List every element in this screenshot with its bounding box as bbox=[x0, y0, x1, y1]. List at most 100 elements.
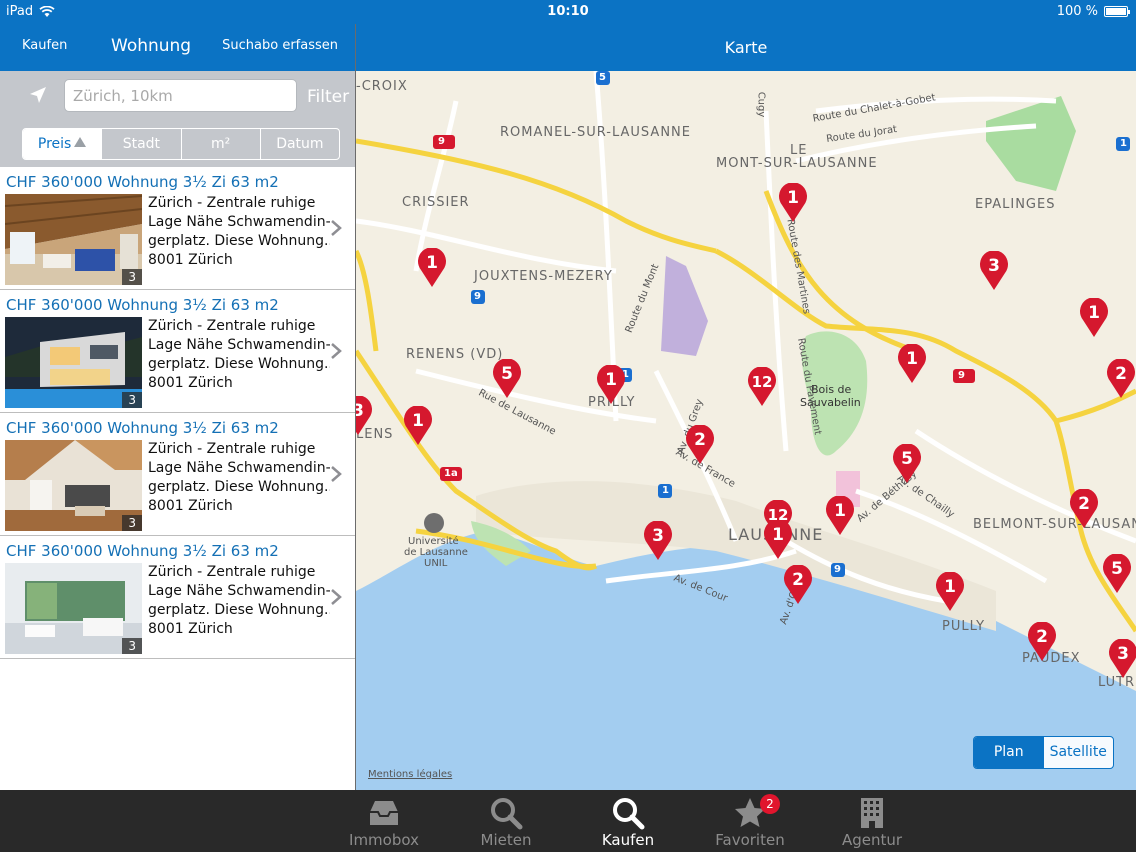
map-pin[interactable]: 1 bbox=[825, 496, 855, 536]
location-arrow-icon[interactable] bbox=[28, 85, 48, 105]
map-title: Karte bbox=[724, 38, 768, 57]
map-pin[interactable]: 5 bbox=[892, 444, 922, 484]
listing-row[interactable]: CHF 360'000 Wohnung 3½ Zi 63 m2 3 Zürich… bbox=[0, 167, 355, 290]
listing-photo: 3 bbox=[5, 317, 142, 408]
photo-count: 3 bbox=[122, 638, 142, 654]
map-label: JOUXTENS-MEZERY bbox=[474, 269, 613, 284]
map-label: BELMONT-SUR-LAUSAN bbox=[973, 517, 1136, 532]
map-pin[interactable]: 1 bbox=[1079, 298, 1109, 338]
map-label: CRISSIER bbox=[402, 195, 470, 210]
map-pin[interactable]: 1 bbox=[417, 248, 447, 288]
listing-title: CHF 360'000 Wohnung 3½ Zi 63 m2 bbox=[6, 173, 279, 191]
tab-immobox[interactable]: Immobox bbox=[334, 790, 434, 852]
road-sign: 1a bbox=[444, 468, 458, 479]
photo-count: 3 bbox=[122, 269, 142, 285]
map-label: ROMANEL-SUR-LAUSANNE bbox=[500, 125, 691, 140]
listing-row[interactable]: CHF 360'000 Wohnung 3½ Zi 63 m2 3 Zürich… bbox=[0, 413, 355, 536]
sort-tab-area[interactable]: m² bbox=[182, 129, 261, 159]
listing-description: Zürich - Zentrale ruhige Lage Nähe Schwa… bbox=[148, 195, 330, 268]
map-label: EPALINGES bbox=[975, 197, 1056, 212]
listing-title: CHF 360'000 Wohnung 3½ Zi 63 m2 bbox=[6, 419, 279, 437]
inbox-icon bbox=[370, 801, 398, 825]
map-pin[interactable]: 1 bbox=[778, 183, 808, 223]
map-pin[interactable]: 1 bbox=[596, 365, 626, 405]
map-mode-satellite[interactable]: Satellite bbox=[1044, 737, 1114, 768]
search-icon bbox=[491, 798, 523, 830]
photo-count: 3 bbox=[122, 515, 142, 531]
road-sign: 9 bbox=[438, 136, 445, 147]
road-label: Cugy bbox=[755, 91, 767, 118]
tab-mieten[interactable]: Mieten bbox=[456, 790, 556, 852]
map-mode-plan[interactable]: Plan bbox=[974, 737, 1044, 768]
search-icon bbox=[613, 798, 645, 830]
map-pin[interactable]: 3 bbox=[979, 251, 1009, 291]
map-pin[interactable]: 1 bbox=[935, 572, 965, 612]
map-pin[interactable]: 1 bbox=[763, 520, 793, 560]
listing-photo: 3 bbox=[5, 194, 142, 285]
back-button[interactable]: Kaufen bbox=[22, 38, 67, 53]
listing-list: CHF 360'000 Wohnung 3½ Zi 63 m2 3 Zürich… bbox=[0, 167, 355, 790]
listing-row[interactable]: CHF 360'000 Wohnung 3½ Zi 63 m2 3 Zürich… bbox=[0, 290, 355, 413]
chevron-right-icon bbox=[331, 343, 342, 359]
road-sign: 9 bbox=[474, 291, 481, 302]
listing-row[interactable]: CHF 360'000 Wohnung 3½ Zi 63 m2 3 Zürich… bbox=[0, 536, 355, 659]
listing-title: CHF 360'000 Wohnung 3½ Zi 63 m2 bbox=[6, 296, 279, 314]
map-nav-bar: Karte bbox=[356, 24, 1136, 71]
tab-kaufen[interactable]: Kaufen bbox=[578, 790, 678, 852]
map-pin[interactable]: 2 bbox=[783, 565, 813, 605]
location-search-input[interactable] bbox=[64, 79, 297, 112]
legal-link[interactable]: Mentions légales bbox=[368, 769, 452, 780]
map-label: -CROIX bbox=[356, 79, 408, 94]
search-subscription-button[interactable]: Suchabo erfassen bbox=[222, 38, 338, 53]
map-pin[interactable]: 3 bbox=[1108, 639, 1136, 679]
road-sign: 9 bbox=[958, 370, 965, 381]
listing-description: Zürich - Zentrale ruhige Lage Nähe Schwa… bbox=[148, 564, 330, 637]
road-sign: 9 bbox=[834, 564, 841, 575]
chevron-right-icon bbox=[331, 466, 342, 482]
map-pin[interactable]: 12 bbox=[747, 367, 777, 407]
map-label: MONT-SUR-LAUSANNE bbox=[716, 156, 878, 171]
sort-ascending-icon bbox=[74, 137, 87, 147]
list-title: Wohnung bbox=[111, 36, 192, 56]
battery-percent: 100 % bbox=[1056, 4, 1098, 19]
status-bar: iPad 10:10 100 % bbox=[0, 0, 1136, 24]
map-pin[interactable]: 2 bbox=[1069, 489, 1099, 529]
map-base bbox=[356, 71, 1136, 790]
sort-tab-date[interactable]: Datum bbox=[261, 129, 339, 159]
map-pin[interactable]: 2 bbox=[1027, 622, 1057, 662]
favorites-badge: 2 bbox=[760, 794, 780, 814]
road-sign: 1 bbox=[1120, 138, 1127, 149]
listing-photo: 3 bbox=[5, 563, 142, 654]
road-sign: 1 bbox=[662, 485, 669, 496]
map-label: de Lausanne bbox=[404, 547, 468, 558]
search-bar: Filter Preis Stadt m² Datum bbox=[0, 71, 355, 167]
sort-tab-city[interactable]: Stadt bbox=[102, 129, 182, 159]
map-pin[interactable]: 2 bbox=[1106, 359, 1136, 399]
map-pin[interactable]: 3 bbox=[356, 396, 373, 436]
listing-description: Zürich - Zentrale ruhige Lage Nähe Schwa… bbox=[148, 318, 330, 391]
map-label: PULLY bbox=[942, 619, 986, 634]
map-label: UNIL bbox=[424, 558, 448, 569]
tab-agentur[interactable]: Agentur bbox=[822, 790, 922, 852]
battery-icon bbox=[1104, 6, 1130, 17]
sort-tab-price[interactable]: Preis bbox=[23, 129, 103, 159]
map-pin[interactable]: 5 bbox=[492, 359, 522, 399]
tab-favoriten[interactable]: 2 Favoriten bbox=[700, 790, 800, 852]
list-nav-bar: Kaufen Wohnung Suchabo erfassen bbox=[0, 24, 356, 71]
map-pin[interactable]: 2 bbox=[685, 425, 715, 465]
listing-photo: 3 bbox=[5, 440, 142, 531]
map-pin[interactable]: 1 bbox=[403, 406, 433, 446]
map-label: RENENS (VD) bbox=[406, 347, 504, 362]
map-mode-control: Plan Satellite bbox=[973, 736, 1114, 769]
sort-segmented-control: Preis Stadt m² Datum bbox=[22, 128, 340, 160]
photo-count: 3 bbox=[122, 392, 142, 408]
building-icon bbox=[861, 798, 883, 828]
map-label: Université bbox=[408, 536, 459, 547]
map-view[interactable]: 9 9 1a 5 9 1 9 1 1 -CROIX ROMANEL-SUR-LA… bbox=[356, 71, 1136, 790]
map-pin[interactable]: 5 bbox=[1102, 554, 1132, 594]
tab-bar: Immobox Mieten Kaufen 2 Favoriten Agentu… bbox=[0, 790, 1136, 852]
map-pin[interactable]: 1 bbox=[897, 344, 927, 384]
clock: 10:10 bbox=[547, 4, 589, 19]
filter-button[interactable]: Filter bbox=[307, 87, 349, 107]
map-pin[interactable]: 3 bbox=[643, 521, 673, 561]
